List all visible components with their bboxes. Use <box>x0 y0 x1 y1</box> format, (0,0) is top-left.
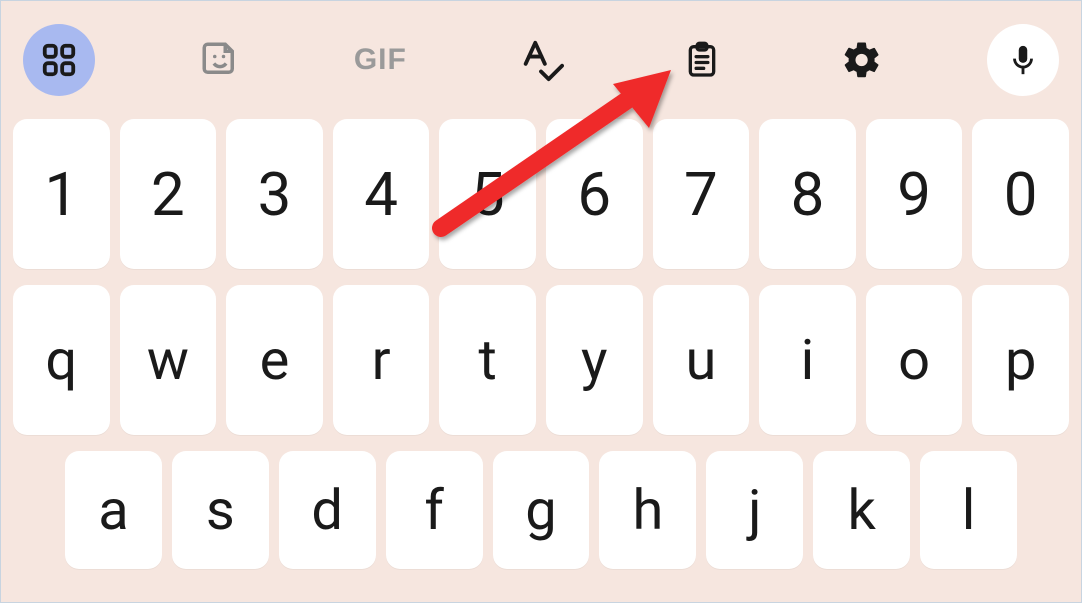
apps-icon <box>40 41 78 79</box>
key-label: w <box>147 327 189 393</box>
key-label: t <box>479 327 497 393</box>
mic-icon <box>1006 43 1040 77</box>
key-label: j <box>748 477 761 543</box>
key-0[interactable]: 0 <box>972 119 1069 269</box>
key-label: 6 <box>577 159 611 230</box>
key-s[interactable]: s <box>172 451 269 569</box>
key-label: 3 <box>258 159 292 230</box>
key-label: d <box>311 477 343 543</box>
key-label: g <box>525 477 556 543</box>
key-label: u <box>685 327 716 393</box>
key-q[interactable]: q <box>13 285 110 435</box>
key-p[interactable]: p <box>972 285 1069 435</box>
key-6[interactable]: 6 <box>546 119 643 269</box>
key-j[interactable]: j <box>706 451 803 569</box>
key-label: a <box>98 477 128 543</box>
key-r[interactable]: r <box>333 285 430 435</box>
clipboard-icon <box>682 40 722 80</box>
gif-icon: GIF <box>354 43 407 77</box>
key-label: y <box>581 327 608 393</box>
key-label: 0 <box>1004 159 1038 230</box>
gear-icon <box>841 39 883 81</box>
key-o[interactable]: o <box>866 285 963 435</box>
letter-row-1: q w e r t y u i o p <box>9 277 1073 443</box>
gif-button[interactable]: GIF <box>344 24 416 96</box>
key-4[interactable]: 4 <box>333 119 430 269</box>
key-label: 8 <box>791 159 825 230</box>
key-label: k <box>847 477 875 543</box>
key-7[interactable]: 7 <box>653 119 750 269</box>
key-d[interactable]: d <box>279 451 376 569</box>
key-u[interactable]: u <box>653 285 750 435</box>
key-label: 9 <box>897 159 931 230</box>
key-t[interactable]: t <box>439 285 536 435</box>
sticker-icon <box>199 39 241 81</box>
key-label: o <box>898 327 930 393</box>
key-label: l <box>962 477 976 543</box>
key-label: 4 <box>364 159 398 230</box>
keyboard: 1 2 3 4 5 6 7 8 9 0 q w e r t y u i o p … <box>1 111 1081 577</box>
spellcheck-icon <box>518 37 564 83</box>
key-label: q <box>45 327 77 393</box>
key-label: 7 <box>684 159 718 230</box>
key-h[interactable]: h <box>599 451 696 569</box>
key-k[interactable]: k <box>813 451 910 569</box>
key-label: h <box>632 477 663 543</box>
key-e[interactable]: e <box>226 285 323 435</box>
key-a[interactable]: a <box>65 451 162 569</box>
key-5[interactable]: 5 <box>439 119 536 269</box>
key-3[interactable]: 3 <box>226 119 323 269</box>
voice-input-button[interactable] <box>987 24 1059 96</box>
key-2[interactable]: 2 <box>120 119 217 269</box>
clipboard-button[interactable] <box>666 24 738 96</box>
sticker-button[interactable] <box>184 24 256 96</box>
key-label: 5 <box>471 159 505 230</box>
key-label: p <box>1005 327 1036 393</box>
key-label: 2 <box>151 159 185 230</box>
key-label: r <box>372 327 391 393</box>
settings-button[interactable] <box>826 24 898 96</box>
key-y[interactable]: y <box>546 285 643 435</box>
key-label: 1 <box>44 159 78 230</box>
keyboard-toolbar: GIF <box>1 1 1081 111</box>
key-label: s <box>206 477 235 543</box>
key-i[interactable]: i <box>759 285 856 435</box>
key-f[interactable]: f <box>386 451 483 569</box>
number-row: 1 2 3 4 5 6 7 8 9 0 <box>9 111 1073 277</box>
key-8[interactable]: 8 <box>759 119 856 269</box>
key-label: e <box>260 327 290 393</box>
key-label: i <box>801 327 815 393</box>
key-label: f <box>424 477 443 543</box>
key-1[interactable]: 1 <box>13 119 110 269</box>
key-9[interactable]: 9 <box>866 119 963 269</box>
key-l[interactable]: l <box>920 451 1017 569</box>
key-w[interactable]: w <box>120 285 217 435</box>
letter-row-2: a s d f g h j k l <box>9 443 1073 577</box>
spellcheck-button[interactable] <box>505 24 577 96</box>
key-g[interactable]: g <box>493 451 590 569</box>
apps-button[interactable] <box>23 24 95 96</box>
